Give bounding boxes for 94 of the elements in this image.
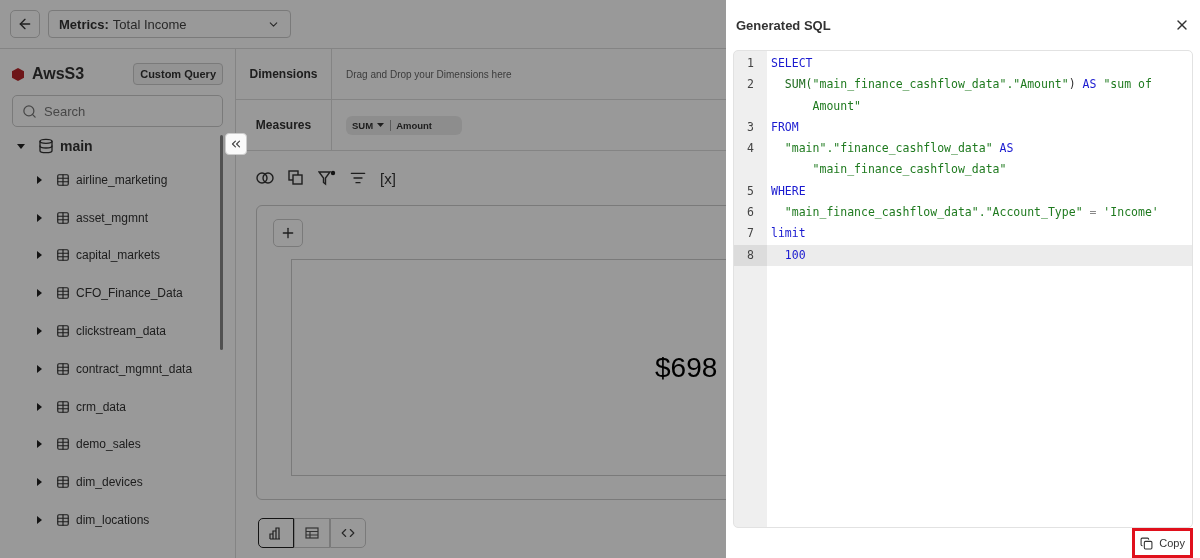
metric-value: $698 [655, 351, 718, 384]
copy-icon [1140, 536, 1154, 550]
overlap-circles-icon[interactable] [256, 171, 274, 185]
caret-down-icon[interactable] [377, 122, 385, 128]
search-field[interactable]: Search [12, 95, 223, 127]
table-icon [56, 437, 70, 452]
back-button[interactable] [10, 10, 40, 38]
caret-right-icon[interactable] [34, 212, 44, 223]
bar-chart-icon [269, 526, 283, 540]
aggregate-label: SUM [352, 119, 374, 131]
tree-item-label: crm_data [76, 399, 127, 414]
metric-select[interactable]: Metrics: Total Income [48, 10, 291, 38]
tree-item[interactable]: main [12, 131, 223, 161]
table-icon [305, 527, 319, 539]
copy-button[interactable]: Copy [1132, 528, 1193, 558]
scrollbar[interactable] [220, 135, 223, 350]
add-button[interactable] [273, 219, 303, 247]
tree-item[interactable]: demo_sales [12, 425, 223, 464]
stacked-squares-icon[interactable] [288, 170, 304, 186]
tree-item-label: clickstream_data [76, 324, 167, 339]
tree-item-label: asset_mgmnt [76, 210, 149, 225]
table-icon [56, 399, 70, 414]
field-label: Amount [390, 119, 432, 131]
source-name: AwsS3 [32, 65, 85, 83]
double-chevron-left-icon [229, 137, 243, 151]
tree-item[interactable]: dim_locations [12, 501, 223, 539]
tree-item[interactable]: capital_markets [12, 236, 223, 275]
tree-item-label: contract_mgmnt_data [76, 361, 193, 376]
tree-item[interactable]: CFO_Finance_Data [12, 274, 223, 313]
tree-item[interactable]: dim_devices [12, 463, 223, 502]
tree-item-label: dim_locations [76, 513, 150, 528]
table-icon [56, 475, 70, 490]
line-number: 3 [746, 118, 755, 136]
caret-right-icon[interactable] [34, 401, 44, 412]
view-tab[interactable] [258, 518, 294, 548]
line-number: 7 [746, 225, 755, 243]
code-text: 100 [783, 246, 806, 264]
measure-chip[interactable]: SUM Amount [346, 115, 462, 135]
line-number: 8 [734, 244, 767, 266]
tree-item[interactable]: asset_mgmnt [12, 198, 223, 237]
query-row-label: Measures [236, 100, 332, 150]
code-icon [341, 526, 355, 540]
filter-icon[interactable] [318, 170, 336, 186]
code-text: WHERE [771, 182, 806, 200]
line-number: 1 [746, 55, 755, 72]
code-text: "main_finance_cashflow_data" [811, 161, 1008, 179]
code-text: FROM [771, 118, 799, 136]
variable-button[interactable]: [x] [380, 169, 396, 187]
tree-item-label: CFO_Finance_Data [76, 286, 183, 301]
caret-right-icon[interactable] [34, 363, 44, 374]
table-icon [56, 172, 70, 187]
code-text: "main"."finance_cashflow_data" AS [783, 140, 1014, 158]
sort-icon[interactable] [350, 170, 366, 186]
line-number: 6 [746, 204, 755, 222]
line-number: 2 [746, 76, 755, 94]
caret-right-icon[interactable] [34, 174, 44, 185]
code-text: "main_finance_cashflow_data"."Account_Type" = 'Income' [783, 204, 1159, 222]
line-number: 5 [746, 182, 755, 200]
tree-item[interactable]: crm_data [12, 387, 223, 426]
caret-down-icon[interactable] [16, 141, 26, 151]
code-text: limit [771, 225, 806, 243]
table-icon [56, 324, 70, 339]
tree-item-label: demo_sales [76, 437, 141, 452]
logo-icon [12, 67, 24, 81]
tree-item[interactable]: airline_marketing [12, 161, 223, 199]
code-text: SELECT [771, 55, 813, 72]
code-text: SUM("main_finance_cashflow_data"."Amount") AS "sum of [783, 76, 1152, 94]
table-icon [56, 286, 70, 301]
custom-query-button[interactable]: Custom Query [133, 63, 223, 85]
drop-zone-hint: Drag and Drop your Dimensions here [346, 68, 512, 80]
caret-right-icon[interactable] [34, 250, 44, 261]
caret-right-icon[interactable] [34, 288, 44, 299]
caret-right-icon[interactable] [34, 439, 44, 450]
drawer-title: Generated SQL [736, 17, 831, 33]
tree-item[interactable]: contract_mgmnt_data [12, 350, 223, 388]
table-icon [56, 248, 70, 263]
collapse-button[interactable] [225, 133, 247, 155]
caret-right-icon[interactable] [34, 515, 44, 526]
caret-right-icon[interactable] [34, 477, 44, 488]
table-icon [56, 361, 70, 376]
query-row-label: Dimensions [236, 49, 332, 99]
plus-icon [280, 225, 296, 241]
tree-item-label: airline_marketing [76, 172, 168, 187]
tree-item[interactable]: clickstream_data [12, 312, 223, 350]
line-number: 4 [746, 140, 755, 158]
table-icon [56, 513, 70, 528]
caret-right-icon[interactable] [34, 326, 44, 337]
code-text: Amount" [811, 97, 862, 115]
tree-item-label: dim_devices [76, 475, 143, 490]
tree-item-label: main [60, 138, 93, 154]
tree-item-label: capital_markets [76, 248, 161, 263]
database-icon [38, 138, 54, 154]
search-icon [22, 104, 37, 119]
table-icon [56, 210, 70, 225]
